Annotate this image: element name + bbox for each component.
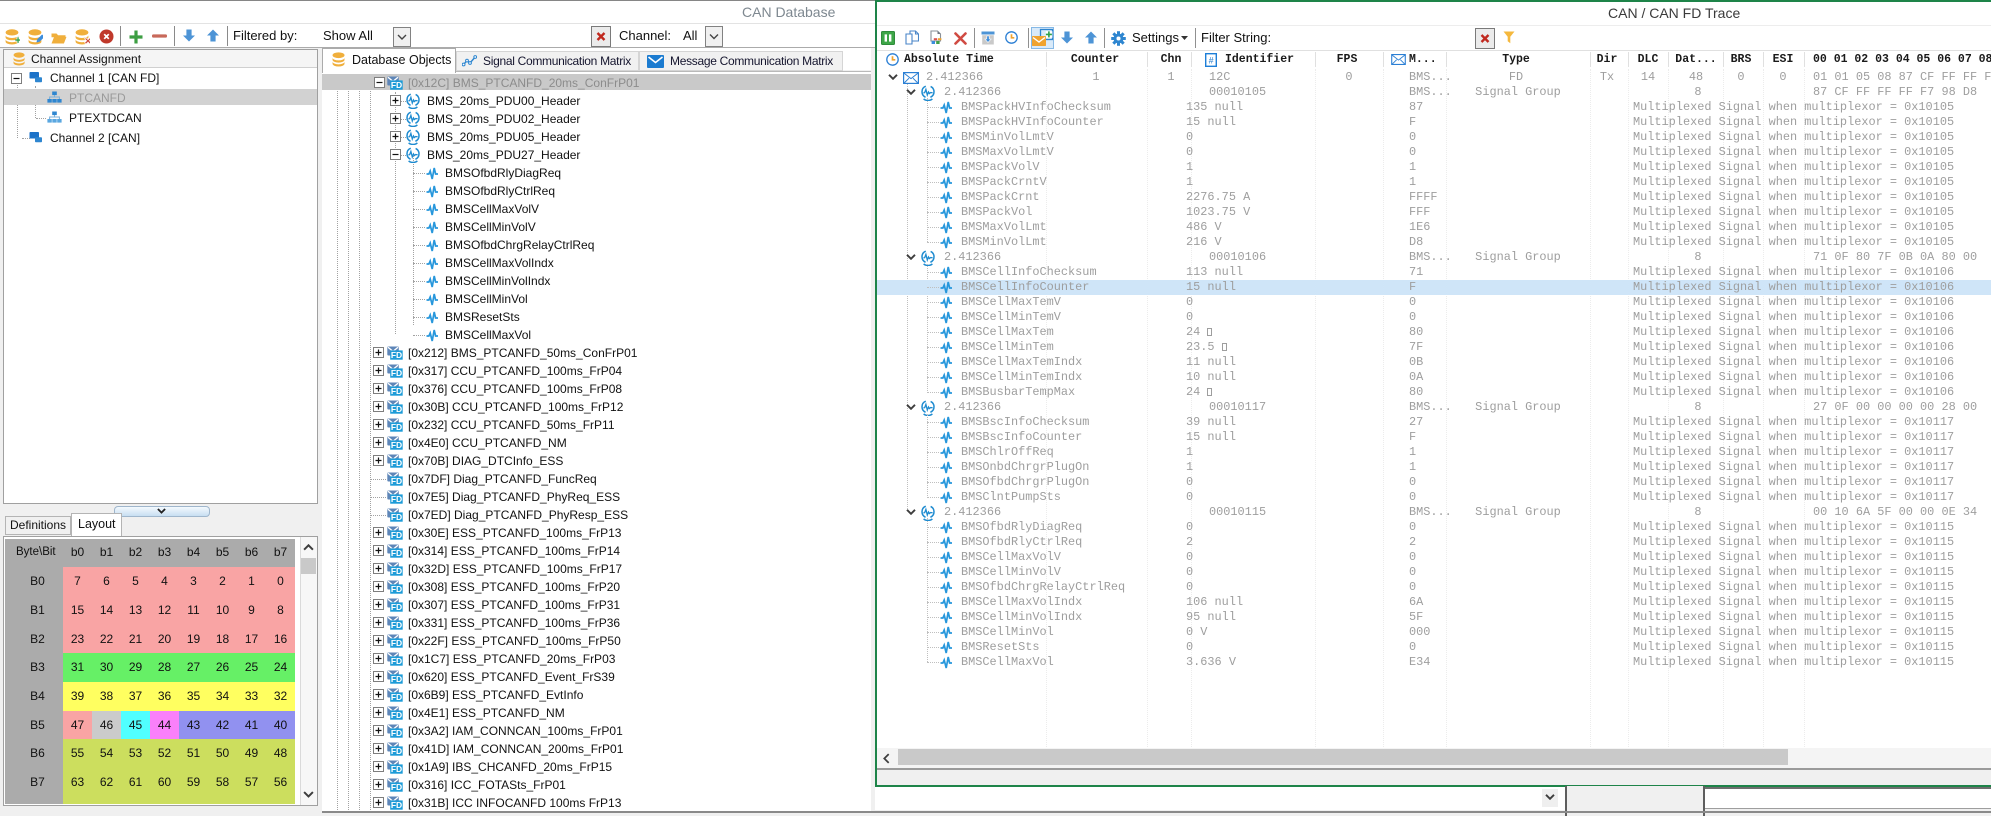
svg-text:FD: FD [391, 494, 402, 504]
svg-text:FD: FD [391, 638, 402, 648]
svg-text:FD: FD [391, 566, 402, 576]
svg-text:FD: FD [391, 368, 402, 378]
svg-text:FD: FD [391, 422, 402, 432]
svg-text:FD: FD [391, 602, 402, 612]
svg-text:FD: FD [391, 80, 402, 90]
svg-text:FD: FD [391, 404, 402, 414]
svg-text:FD: FD [391, 728, 402, 738]
svg-text:FD: FD [391, 692, 402, 702]
svg-text:#: # [1208, 56, 1213, 66]
svg-text:FD: FD [391, 746, 402, 756]
svg-text:FD: FD [391, 764, 402, 774]
svg-text:FD: FD [391, 800, 402, 810]
svg-text:FD: FD [391, 782, 402, 792]
svg-text:FD: FD [391, 620, 402, 630]
svg-text:FD: FD [391, 530, 402, 540]
svg-text:FD: FD [391, 386, 402, 396]
svg-text:FD: FD [391, 458, 402, 468]
svg-text:FD: FD [391, 710, 402, 720]
svg-text:FD: FD [391, 584, 402, 594]
svg-text:FD: FD [391, 350, 402, 360]
svg-text:FD: FD [391, 476, 402, 486]
svg-text:FD: FD [391, 656, 402, 666]
svg-text:FD: FD [391, 674, 402, 684]
svg-text:FD: FD [391, 548, 402, 558]
svg-text:FD: FD [391, 512, 402, 522]
svg-text:FD: FD [391, 440, 402, 450]
